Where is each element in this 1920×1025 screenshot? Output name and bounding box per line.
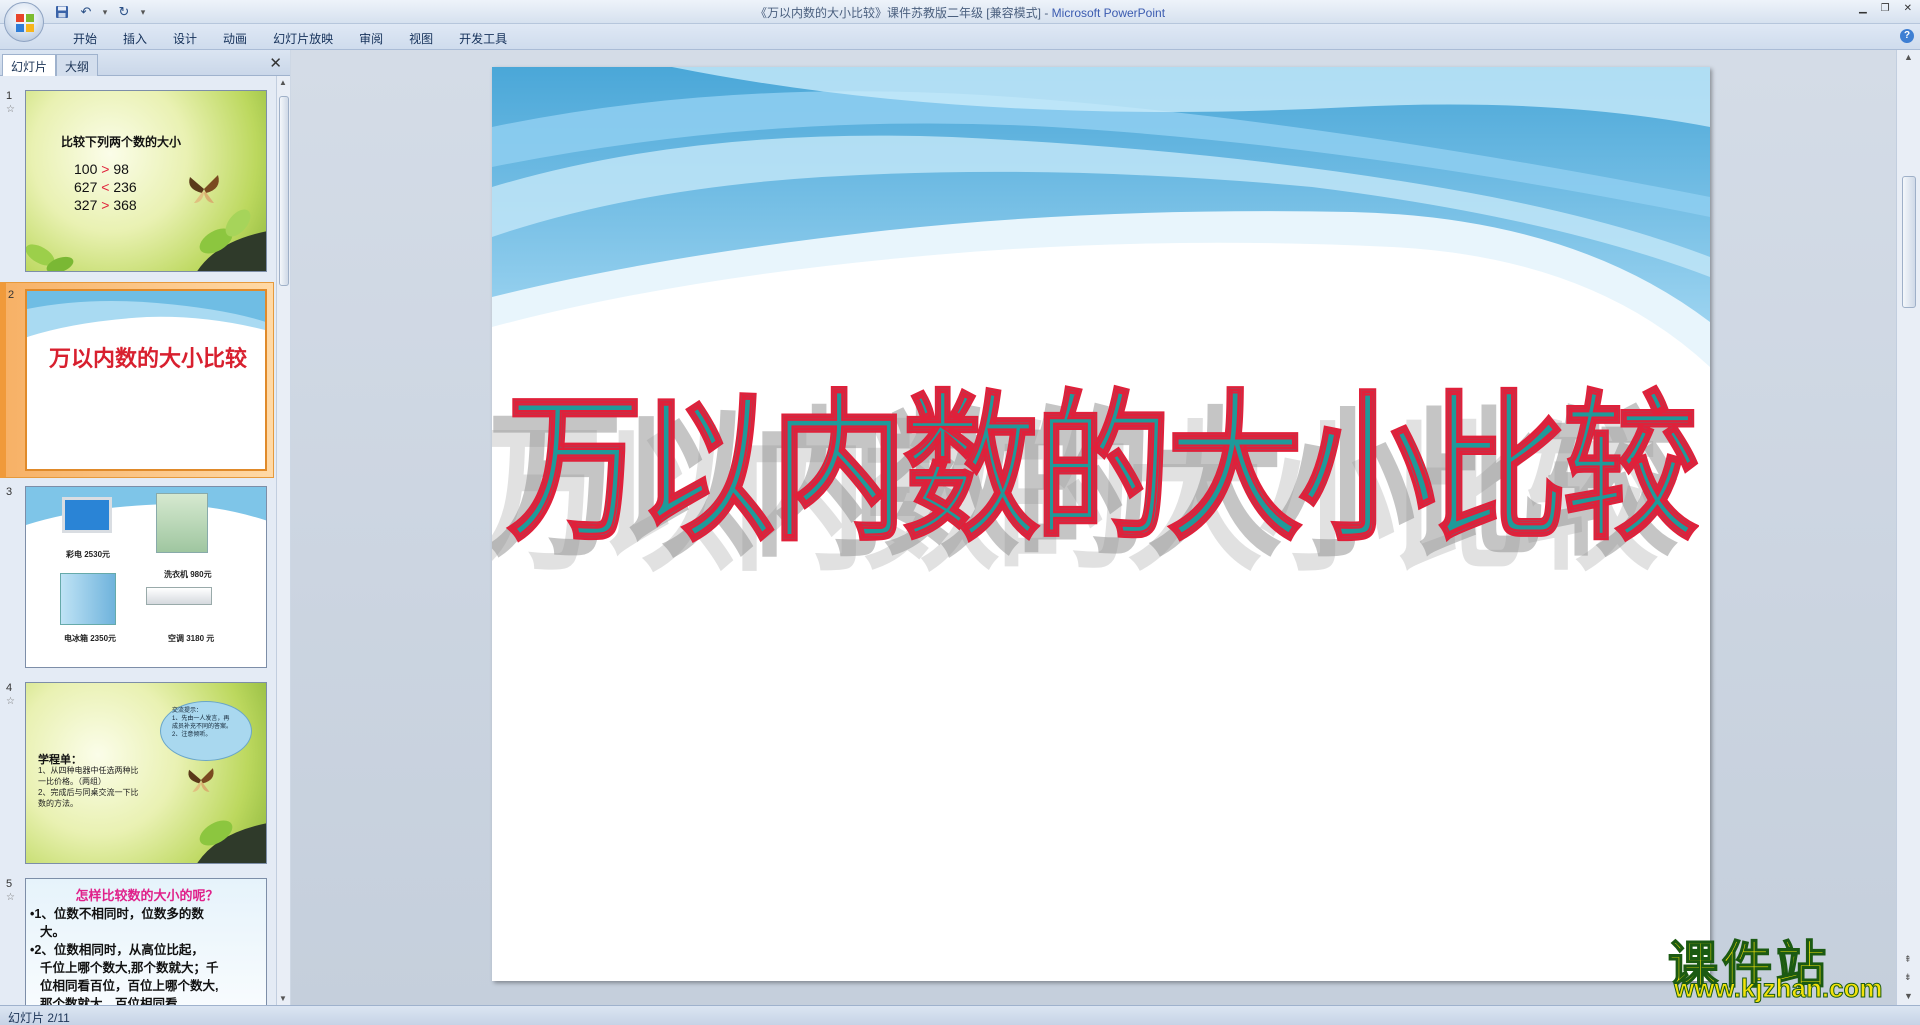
- scroll-up-icon[interactable]: ▲: [1904, 52, 1913, 62]
- slide5-heading: 怎样比较数的大小的呢？: [75, 888, 219, 903]
- pane-tabs: 幻灯片 大纲 ✕: [0, 50, 290, 76]
- scroll-thumb[interactable]: [1902, 176, 1916, 308]
- compare-row: 627 < 236: [74, 179, 137, 195]
- status-bar: 幻灯片 2/11: [0, 1005, 1920, 1025]
- slide5-bullets: •1、位数不相同时，位数多的数 大。 •2、位数相同时，从高位比起， 千位上哪个…: [30, 907, 219, 1005]
- ribbon-tabs: 开始 插入 设计 动画 幻灯片放映 审阅 视图 开发工具: [60, 28, 520, 49]
- tv-image: [62, 497, 112, 533]
- butterfly-icon: [188, 768, 214, 792]
- slide1-heading: 比较下列两个数的大小: [61, 135, 182, 149]
- tab-developer[interactable]: 开发工具: [446, 28, 520, 49]
- study-lines: 1、从四种电器中任选两种比 一比价格。（两组） 2、完成后与同桌交流一下比 数的…: [38, 766, 139, 808]
- tab-design[interactable]: 设计: [160, 28, 210, 49]
- refrigerator-image: [60, 573, 116, 625]
- animation-star-icon: ☆: [6, 696, 15, 707]
- scroll-down-icon[interactable]: ▼: [1904, 991, 1913, 1001]
- undo-dropdown-icon[interactable]: ▾: [100, 3, 110, 21]
- tip-bubble-text: 交流提示： 1、先由一人发言，再 成员补充不同的答案。 2、注意倾听。: [172, 708, 233, 738]
- watermark-logo: 课件站 www.kjzhan.com: [1667, 925, 1904, 1005]
- product-label: 电冰箱 2350元: [64, 634, 117, 643]
- slide-number: 4: [6, 682, 13, 694]
- slide-number: 1: [6, 90, 13, 102]
- air-conditioner-image: [146, 587, 212, 605]
- slide-scrollbar[interactable]: ▲ ⇞ ⇟ ▼: [1896, 50, 1920, 1005]
- tab-view[interactable]: 视图: [396, 28, 446, 49]
- redo-icon[interactable]: ↻: [114, 3, 134, 21]
- compare-row: 100 > 98: [74, 161, 129, 177]
- previous-slide-icon[interactable]: ⇞: [1904, 954, 1912, 965]
- ribbon: 开始 插入 设计 动画 幻灯片放映 审阅 视图 开发工具 ?: [0, 24, 1920, 50]
- watermark-url: www.kjzhan.com: [1674, 973, 1884, 1004]
- leaves-decoration: [197, 209, 266, 271]
- app-name: Microsoft PowerPoint: [1051, 6, 1166, 20]
- slide-number: 2: [8, 289, 15, 301]
- tab-animations[interactable]: 动画: [210, 28, 260, 49]
- tab-home[interactable]: 开始: [60, 28, 110, 49]
- slide-preview: 比较下列两个数的大小 100 > 98 627 < 236 327 > 368: [25, 90, 267, 272]
- slide-thumbnail-3[interactable]: 3 彩电 2530元 洗衣机 980元 电冰箱 2350元 空调 3180 元: [0, 480, 274, 676]
- slide2-title: 万以内数的大小比较: [48, 346, 247, 372]
- undo-icon[interactable]: ↶: [76, 3, 96, 21]
- slide-preview: 交流提示： 1、先由一人发言，再 成员补充不同的答案。 2、注意倾听。 学程单：…: [25, 682, 267, 864]
- office-logo-icon: [16, 14, 34, 32]
- tab-outline[interactable]: 大纲: [56, 54, 99, 76]
- sky-wave-background: [492, 67, 1710, 367]
- quick-access-toolbar: ↶ ▾ ↻ ▾: [52, 3, 148, 21]
- office-button[interactable]: [4, 2, 44, 42]
- slide-preview: 彩电 2530元 洗衣机 980元 电冰箱 2350元 空调 3180 元: [25, 486, 267, 668]
- help-icon[interactable]: ?: [1900, 29, 1914, 43]
- document-title: 《万以内数的大小比较》课件苏教版二年级 [兼容模式]: [754, 6, 1041, 20]
- slide-number: 3: [6, 486, 13, 498]
- tab-slides[interactable]: 幻灯片: [2, 54, 57, 76]
- tab-insert[interactable]: 插入: [110, 28, 160, 49]
- close-window-icon[interactable]: ✕: [1904, 3, 1912, 14]
- slide-counter: 幻灯片 2/11: [8, 1011, 70, 1025]
- title-separator: -: [1040, 6, 1052, 20]
- slides-pane: 幻灯片 大纲 ✕ 1 ☆ 比较下列两个数的大小 100 > 98 627 < 2…: [0, 50, 290, 1005]
- scroll-thumb[interactable]: [279, 96, 289, 286]
- next-slide-icon[interactable]: ⇟: [1904, 972, 1912, 983]
- washing-machine-image: [156, 493, 208, 553]
- restore-icon[interactable]: ❐: [1881, 3, 1890, 14]
- slide-number: 5: [6, 878, 13, 890]
- leaves-decoration: [197, 820, 266, 863]
- thumbnail-scrollbar[interactable]: ▲ ▼: [276, 76, 290, 1005]
- slide-thumbnail-4[interactable]: 4 ☆ 交流提示： 1、先由一人发言，再 成员补充不同的答案。 2、注意倾听。 …: [0, 676, 274, 872]
- leaves-decoration: [26, 244, 74, 271]
- title-bar: 《万以内数的大小比较》课件苏教版二年级 [兼容模式] - Microsoft P…: [0, 0, 1920, 24]
- slide-thumbnail-5[interactable]: 5 ☆ 怎样比较数的大小的呢？ •1、位数不相同时，位数多的数 大。 •2、位数…: [0, 872, 274, 1005]
- close-pane-icon[interactable]: ✕: [269, 54, 282, 72]
- animation-star-icon: ☆: [6, 104, 15, 115]
- minimize-icon[interactable]: ▁: [1859, 3, 1867, 14]
- slide-editing-area: 万以内数的大小比较: [291, 50, 1896, 1005]
- product-label: 彩电 2530元: [66, 550, 111, 559]
- slide-preview: 怎样比较数的大小的呢？ •1、位数不相同时，位数多的数 大。 •2、位数相同时，…: [25, 878, 267, 1005]
- slide-thumbnail-2[interactable]: 2 万以内数的大小比较: [0, 282, 274, 478]
- window-title: 《万以内数的大小比较》课件苏教版二年级 [兼容模式] - Microsoft P…: [0, 4, 1920, 21]
- slide-preview: 万以内数的大小比较: [25, 289, 267, 471]
- product-label: 空调 3180 元: [168, 634, 215, 643]
- animation-star-icon: ☆: [6, 892, 15, 903]
- tab-slide-show[interactable]: 幻灯片放映: [260, 28, 346, 49]
- product-label: 洗衣机 980元: [164, 570, 212, 579]
- save-icon[interactable]: [52, 3, 72, 21]
- window-controls: ▁ ❐ ✕: [1859, 3, 1912, 14]
- slide-thumbnail-list: 1 ☆ 比较下列两个数的大小 100 > 98 627 < 236 327 > …: [0, 76, 274, 1005]
- customize-toolbar-icon[interactable]: ▾: [138, 3, 148, 21]
- slide-title[interactable]: 万以内数的大小比较: [492, 339, 1710, 571]
- slide-thumbnail-1[interactable]: 1 ☆ 比较下列两个数的大小 100 > 98 627 < 236 327 > …: [0, 84, 274, 280]
- tab-review[interactable]: 审阅: [346, 28, 396, 49]
- current-slide[interactable]: 万以内数的大小比较: [492, 67, 1710, 981]
- scroll-up-icon[interactable]: ▲: [279, 78, 287, 87]
- scroll-down-icon[interactable]: ▼: [279, 994, 287, 1003]
